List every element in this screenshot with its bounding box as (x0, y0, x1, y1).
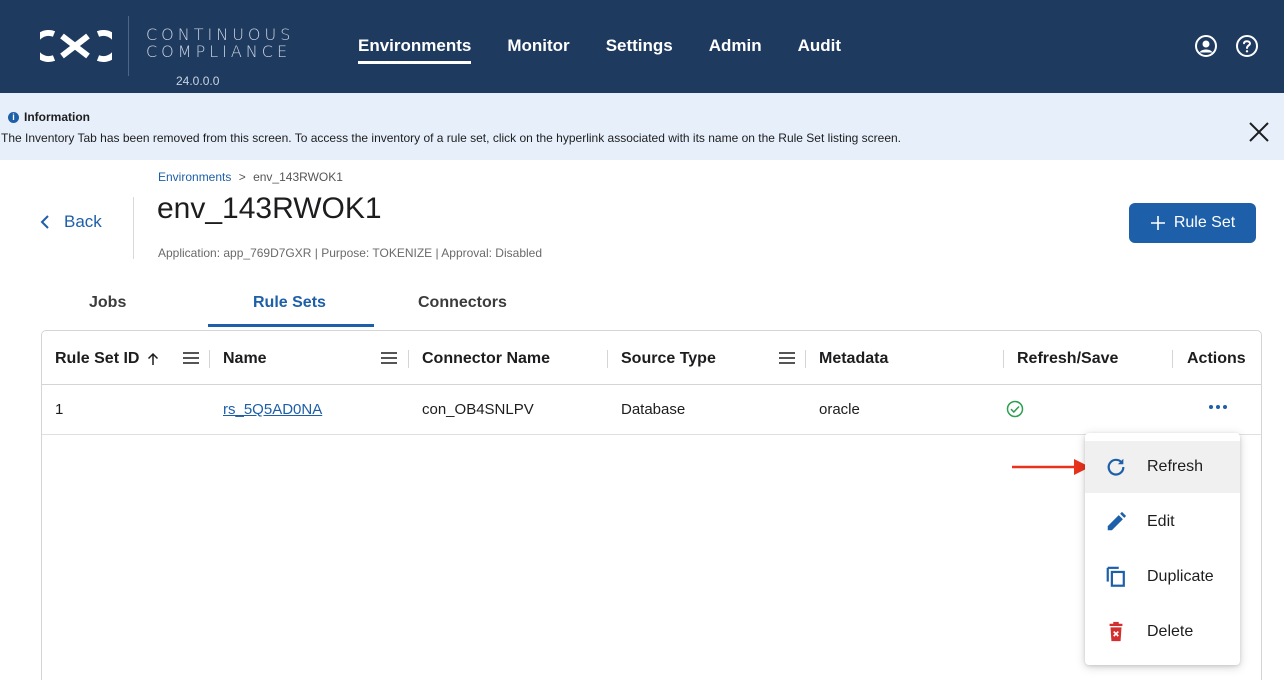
column-label: Rule Set ID (55, 350, 140, 367)
menu-item-duplicate[interactable]: Duplicate (1085, 551, 1240, 603)
column-separator[interactable] (1172, 350, 1173, 368)
main-nav: Environments Monitor Settings Admin Audi… (358, 36, 877, 64)
rule-set-name-link[interactable]: rs_5Q5AD0NA (223, 401, 322, 418)
tab-jobs[interactable]: Jobs (89, 294, 126, 312)
menu-item-label: Edit (1147, 513, 1175, 530)
brand-line-1: CONTINUOUS (146, 25, 295, 44)
top-navigation-bar: CONTINUOUS COMPLIANCE 24.0.0.0 Environme… (0, 0, 1284, 93)
rule-sets-table: Rule Set ID Name Connector Name Source T… (41, 330, 1262, 680)
brand-divider (128, 16, 129, 76)
tab-rule-sets[interactable]: Rule Sets (253, 294, 326, 312)
column-separator[interactable] (607, 350, 608, 368)
back-label: Back (64, 212, 102, 231)
help-icon[interactable] (1235, 34, 1259, 58)
active-tab-indicator (208, 324, 374, 327)
chevron-left-icon (40, 215, 49, 229)
sort-ascending-icon[interactable] (147, 352, 159, 366)
breadcrumb-separator: > (238, 170, 246, 184)
tab-connectors[interactable]: Connectors (418, 294, 507, 312)
refresh-icon (1107, 458, 1125, 476)
column-separator[interactable] (408, 350, 409, 368)
column-header-connector-name[interactable]: Connector Name (422, 350, 550, 368)
row-actions-menu: Refresh Edit Duplicate Delete (1085, 433, 1240, 665)
annotation-arrow-icon (1012, 459, 1090, 475)
nav-audit[interactable]: Audit (798, 36, 841, 62)
nav-monitor[interactable]: Monitor (507, 36, 569, 62)
menu-item-label: Refresh (1147, 458, 1204, 475)
menu-item-delete[interactable]: Delete (1085, 606, 1240, 658)
column-header-name[interactable]: Name (223, 350, 267, 368)
page-title: env_143RWOK1 (157, 192, 382, 225)
back-button[interactable]: Back (40, 212, 102, 232)
column-menu-icon[interactable] (778, 349, 796, 367)
column-header-source-type[interactable]: Source Type (621, 350, 716, 368)
column-separator[interactable] (805, 350, 806, 368)
user-account-icon[interactable] (1194, 34, 1218, 58)
column-header-metadata[interactable]: Metadata (819, 350, 888, 368)
cell-connector-name: con_OB4SNLPV (422, 401, 534, 418)
column-separator[interactable] (209, 350, 210, 368)
duplicate-icon (1106, 566, 1125, 587)
menu-item-label: Duplicate (1147, 568, 1214, 585)
cell-metadata: oracle (819, 401, 860, 418)
menu-item-edit[interactable]: Edit (1085, 496, 1240, 548)
breadcrumb: Environments > env_143RWOK1 (158, 170, 343, 184)
column-header-rule-set-id[interactable]: Rule Set ID (55, 350, 159, 368)
nav-settings[interactable]: Settings (606, 36, 673, 62)
check-circle-icon (1006, 400, 1024, 418)
brand-name: CONTINUOUS COMPLIANCE (146, 26, 294, 60)
plus-icon (1150, 216, 1165, 230)
column-separator[interactable] (1003, 350, 1004, 368)
menu-item-label: Delete (1147, 623, 1194, 640)
breadcrumb-current: env_143RWOK1 (253, 170, 343, 184)
more-horizontal-icon[interactable] (1208, 403, 1228, 411)
cell-source-type: Database (621, 401, 686, 418)
page-subtitle: Application: app_769D7GXR | Purpose: TOK… (158, 246, 542, 260)
add-rule-set-button[interactable]: Rule Set (1129, 203, 1256, 243)
info-title-text: Information (24, 110, 90, 124)
menu-item-refresh[interactable]: Refresh (1085, 441, 1240, 493)
table-header: Rule Set ID Name Connector Name Source T… (42, 331, 1261, 385)
title-divider (133, 197, 134, 259)
delphix-logo-icon[interactable] (40, 26, 112, 66)
table-row: 1 rs_5Q5AD0NA con_OB4SNLPV Database orac… (42, 386, 1261, 435)
info-banner-title: i Information (8, 110, 90, 124)
column-menu-icon[interactable] (380, 349, 398, 367)
column-menu-icon[interactable] (182, 349, 200, 367)
nav-environments[interactable]: Environments (358, 36, 472, 64)
close-icon[interactable] (1247, 120, 1271, 144)
nav-admin[interactable]: Admin (709, 36, 762, 62)
trash-icon (1109, 621, 1123, 642)
info-banner (0, 93, 1284, 160)
breadcrumb-environments-link[interactable]: Environments (158, 170, 231, 184)
column-header-refresh-save[interactable]: Refresh/Save (1017, 350, 1118, 368)
add-rule-set-label: Rule Set (1173, 214, 1236, 231)
version-label: 24.0.0.0 (176, 74, 220, 88)
cell-rule-set-id: 1 (55, 401, 64, 418)
info-icon: i (8, 111, 19, 123)
pencil-icon (1107, 511, 1127, 531)
info-banner-message: The Inventory Tab has been removed from … (1, 131, 902, 145)
column-header-actions: Actions (1187, 350, 1246, 367)
brand-line-2: COMPLIANCE (146, 42, 292, 61)
